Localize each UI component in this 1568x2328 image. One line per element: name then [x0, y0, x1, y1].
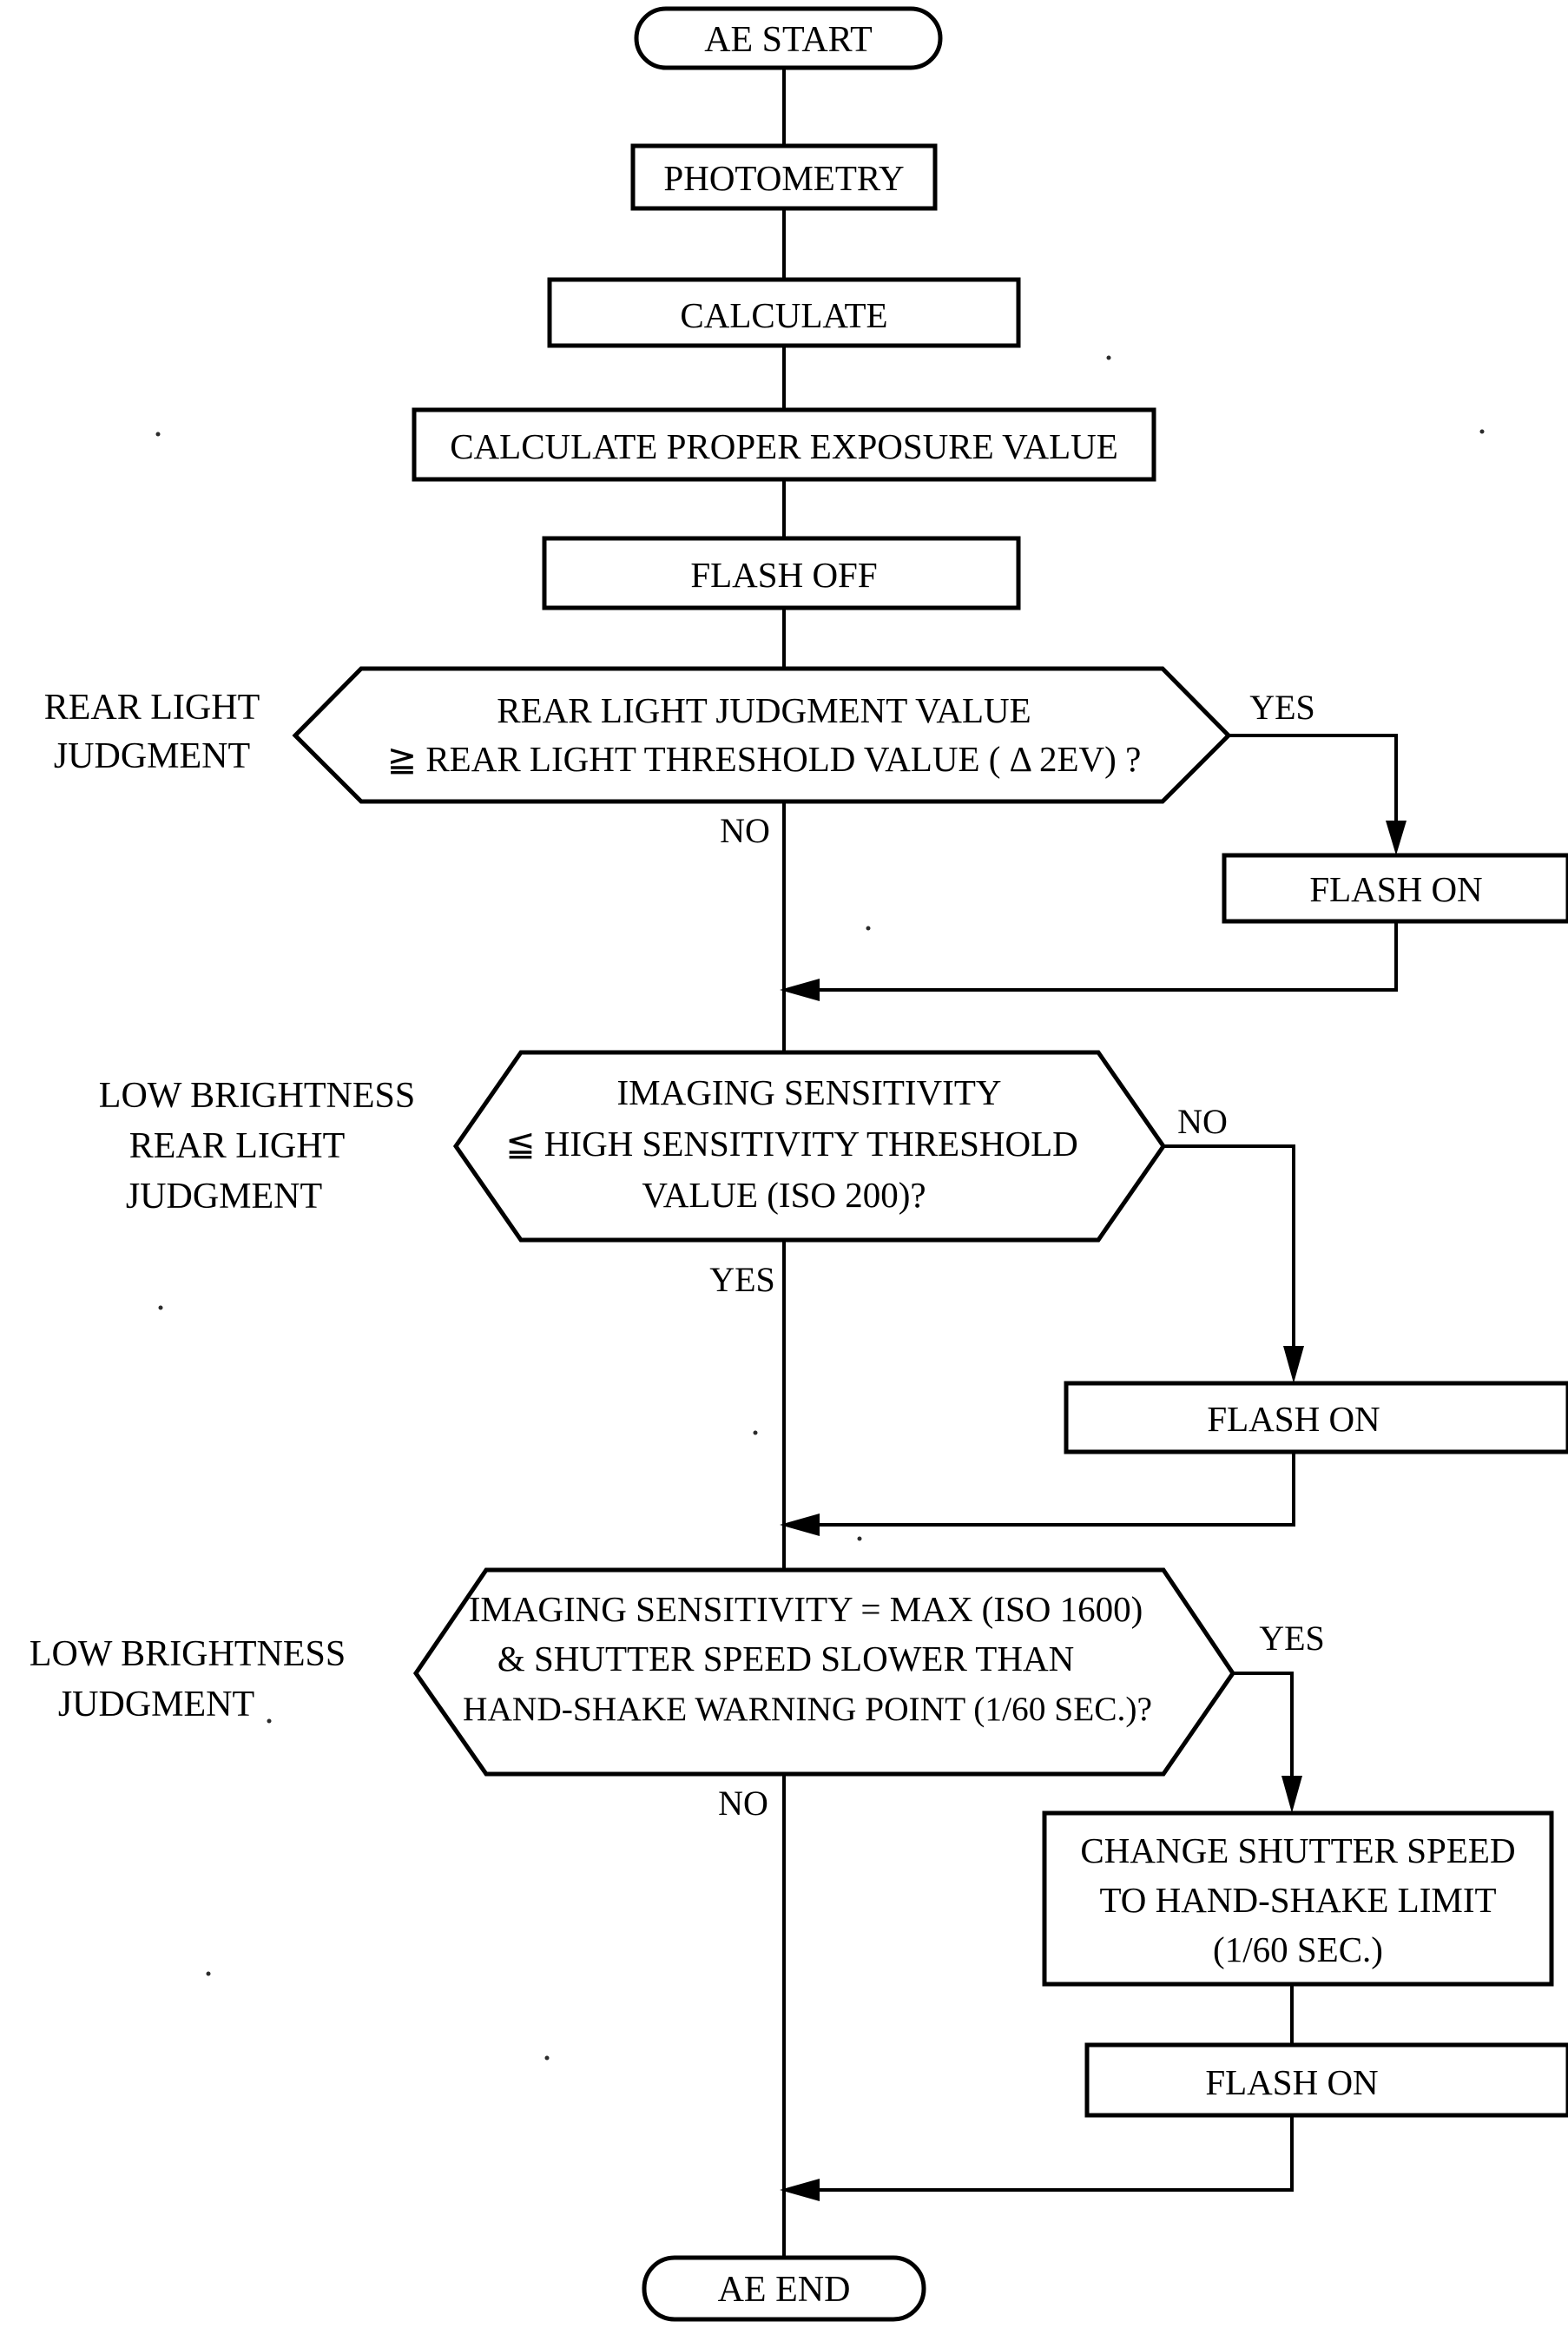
scan-artifact — [267, 1718, 272, 1724]
scan-artifact — [155, 432, 161, 437]
decision-rear-light-text-line2: ≧ REAR LIGHT THRESHOLD VALUE ( Δ 2EV) ? — [387, 739, 1142, 779]
decision-low-brightness-rear-light-text-line3: VALUE (ISO 200)? — [642, 1175, 926, 1215]
connector-rearlight-yes — [1229, 734, 1398, 829]
process-flash-on-1-label: FLASH ON — [1309, 869, 1482, 909]
scan-artifact — [158, 1305, 163, 1310]
scan-artifact — [1479, 429, 1485, 434]
process-change-shutter-speed-label-line1: CHANGE SHUTTER SPEED — [1080, 1830, 1515, 1870]
terminator-ae-end-label: AE END — [718, 2270, 851, 2310]
scan-artifact — [753, 1430, 758, 1435]
decision-low-brightness-text-line3: HAND-SHAKE WARNING POINT (1/60 SEC.)? — [463, 1690, 1152, 1728]
connector-flashon2-to-spine — [792, 1452, 1295, 1527]
decision-rear-light-side-label-line2: JUDGMENT — [54, 736, 250, 776]
decision-rear-light-side-label-line1: REAR LIGHT — [44, 688, 260, 728]
scan-artifact — [866, 926, 871, 931]
decision-rear-light-yes-label: YES — [1249, 688, 1315, 727]
decision-low-brightness-rear-light-no-label: NO — [1177, 1102, 1228, 1141]
process-calculate-proper-exposure-label: CALCULATE PROPER EXPOSURE VALUE — [450, 426, 1118, 466]
process-photometry-label: PHOTOMETRY — [663, 158, 904, 198]
decision-low-brightness-side-label-line2: JUDGMENT — [58, 1685, 254, 1725]
decision-low-brightness-rear-light-yes-label: YES — [709, 1260, 775, 1299]
decision-rear-light-text-line1: REAR LIGHT JUDGMENT VALUE — [497, 690, 1031, 730]
scan-artifact — [544, 2055, 550, 2061]
arrowhead-to-flashon-2 — [1283, 1346, 1304, 1383]
decision-low-brightness-rear-light-side-label-line3: JUDGMENT — [126, 1177, 322, 1217]
process-flash-on-2-label: FLASH ON — [1207, 1399, 1380, 1439]
scan-artifact — [1106, 355, 1111, 360]
decision-rear-light-no-label: NO — [720, 811, 770, 850]
decision-low-brightness-rear-light-text-line1: IMAGING SENSITIVITY — [617, 1072, 1002, 1112]
decision-low-brightness-rear-light-side-label-line2: REAR LIGHT — [129, 1126, 345, 1166]
decision-rear-light-judgment — [292, 666, 1232, 804]
decision-low-brightness-text-line2: & SHUTTER SPEED SLOWER THAN — [497, 1639, 1074, 1678]
process-change-shutter-speed-label-line2: TO HAND-SHAKE LIMIT — [1099, 1880, 1496, 1920]
decision-low-brightness-text-line1: IMAGING SENSITIVITY = MAX (ISO 1600) — [469, 1589, 1143, 1629]
decision-low-brightness-rear-light-text-line2: ≦ HIGH SENSITIVITY THRESHOLD — [505, 1124, 1078, 1164]
flowchart-page: AE START PHOTOMETRY CALCULATE CALCULATE … — [0, 0, 1568, 2328]
decision-low-brightness-rear-light-side-label-line1: LOW BRIGHTNESS — [99, 1076, 415, 1116]
process-flash-on-3-label: FLASH ON — [1205, 2062, 1378, 2102]
process-flash-off-label: FLASH OFF — [690, 555, 877, 595]
process-calculate-label: CALCULATE — [680, 295, 887, 335]
connector-decision3-yes — [1233, 1672, 1294, 1784]
decision-low-brightness-yes-label: YES — [1259, 1619, 1325, 1658]
arrowhead-to-changeshutter — [1281, 1776, 1302, 1813]
decision-low-brightness-side-label-line1: LOW BRIGHTNESS — [30, 1634, 346, 1674]
flowchart-svg: AE START PHOTOMETRY CALCULATE CALCULATE … — [30, 6, 1568, 2322]
arrowhead-to-flashon-1 — [1386, 821, 1407, 855]
scan-artifact — [857, 1536, 862, 1541]
process-change-shutter-speed-label-line3: (1/60 SEC.) — [1213, 1929, 1383, 1969]
scan-artifact — [206, 1971, 211, 1976]
decision-low-brightness-no-label: NO — [718, 1784, 768, 1823]
terminator-ae-start-label: AE START — [704, 20, 873, 60]
connector-decision2-no — [1163, 1144, 1295, 1355]
connector-flashon3-to-spine — [792, 2115, 1294, 2192]
